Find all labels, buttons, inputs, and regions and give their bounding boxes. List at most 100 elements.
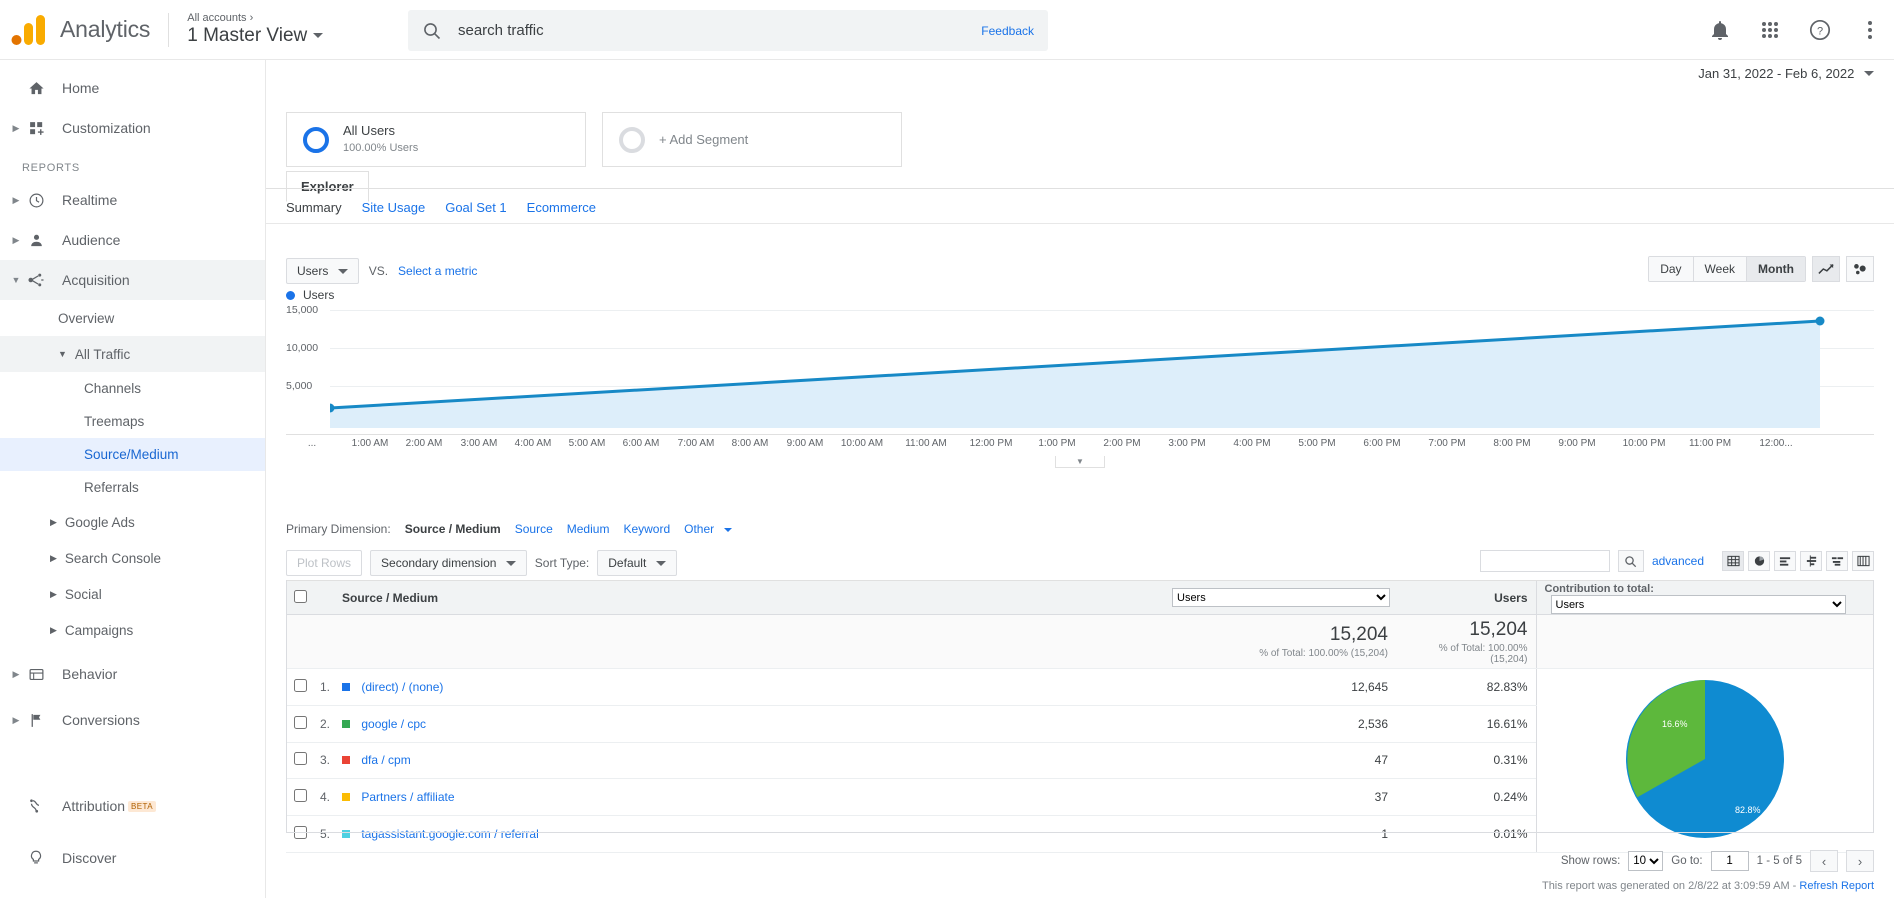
refresh-report-link[interactable]: Refresh Report (1799, 880, 1874, 892)
row-dimension-link[interactable]: tagassistant.google.com / referral (361, 827, 538, 841)
line-chart-icon[interactable] (1812, 256, 1840, 282)
select-metric-link[interactable]: Select a metric (398, 264, 477, 278)
sidebar-item-audience[interactable]: ▶ Audience (0, 220, 265, 260)
table-view-icon[interactable] (1722, 551, 1744, 571)
next-page-button[interactable]: › (1846, 850, 1874, 872)
contribution-header-cell[interactable]: Contribution to total: Users (1536, 580, 1874, 615)
sidebar-item-behavior[interactable]: ▶ Behavior (0, 654, 265, 694)
granularity-month[interactable]: Month (1747, 257, 1805, 281)
table-search-input[interactable] (1479, 550, 1610, 572)
date-range-picker[interactable]: Jan 31, 2022 - Feb 6, 2022 (1698, 66, 1874, 81)
sidebar-item-realtime[interactable]: ▶ Realtime (0, 180, 265, 220)
sort-type-button[interactable]: Default (597, 550, 677, 576)
row-color-swatch (342, 793, 350, 802)
row-checkbox-cell[interactable] (286, 778, 308, 817)
row-metric1: 47 (1166, 742, 1396, 780)
show-rows-select[interactable]: 10 (1628, 851, 1664, 871)
chevron-right-icon: ▶ (50, 588, 57, 599)
select-all-checkbox[interactable] (294, 589, 307, 603)
row-checkbox[interactable] (294, 826, 307, 840)
sidebar-item-conversions[interactable]: ▶ Conversions (0, 700, 265, 740)
performance-view-icon[interactable] (1774, 551, 1796, 571)
metric-selector-button[interactable]: Users (286, 258, 359, 284)
goto-input[interactable] (1710, 851, 1749, 871)
search-icon (424, 22, 441, 39)
granularity-day[interactable]: Day (1649, 257, 1694, 281)
sidebar-item-social[interactable]: ▶ Social (0, 576, 265, 612)
sidebar-item-treemaps[interactable]: Treemaps (0, 405, 265, 438)
tab-goal-set-1[interactable]: Goal Set 1 (445, 200, 506, 215)
row-color-swatch (342, 719, 350, 728)
segment-all-users[interactable]: All Users 100.00% Users (286, 112, 586, 167)
pie-view-icon[interactable] (1748, 551, 1770, 571)
sidebar-item-discover[interactable]: Discover (0, 832, 265, 884)
row-dimension-link[interactable]: Partners / affiliate (361, 790, 454, 804)
apps-grid-icon[interactable] (1758, 18, 1782, 42)
sidebar-item-customization[interactable]: ▶ Customization (0, 108, 265, 148)
row-checkbox[interactable] (294, 752, 307, 766)
sidebar-item-label: Acquisition (62, 272, 130, 288)
row-dimension-link[interactable]: google / cpc (361, 717, 426, 731)
primary-dimension-row: Primary Dimension: Source / Medium Sourc… (286, 522, 732, 536)
row-checkbox-cell[interactable] (286, 668, 308, 706)
bell-icon[interactable] (1708, 18, 1732, 42)
prev-page-button[interactable]: ‹ (1810, 850, 1838, 872)
granularity-week[interactable]: Week (1693, 257, 1748, 281)
row-checkbox[interactable] (294, 678, 307, 692)
sidebar-item-campaigns[interactable]: ▶ Campaigns (0, 612, 265, 648)
granularity-group: Day Week Month (1648, 256, 1806, 282)
help-icon[interactable]: ? (1808, 18, 1832, 42)
sidebar-item-attribution[interactable]: Attribution BETA (0, 780, 265, 832)
generated-text: This report was generated on 2/8/22 at 3… (1541, 880, 1797, 892)
chart-collapse-handle[interactable]: ▼ (1055, 456, 1105, 468)
subtab-divider (266, 223, 1894, 224)
row-checkbox[interactable] (294, 715, 307, 729)
row-checkbox[interactable] (294, 789, 307, 803)
row-checkbox-cell[interactable] (286, 742, 308, 780)
sidebar-item-google-ads[interactable]: ▶ Google Ads (0, 504, 265, 540)
sidebar-item-home[interactable]: Home (0, 68, 265, 108)
global-search-box[interactable]: Feedback (408, 10, 1048, 51)
sidebar-item-search-console[interactable]: ▶ Search Console (0, 540, 265, 576)
metric1-header-cell[interactable]: Users (1166, 580, 1396, 615)
term-cloud-icon[interactable] (1826, 551, 1848, 571)
feedback-link[interactable]: Feedback (981, 24, 1034, 38)
pie-label-1: 16.6% (1662, 719, 1688, 729)
table-row[interactable]: 1. (direct) / (none) 12,645 82.83% 16.6%… (286, 668, 1874, 853)
contribution-select[interactable]: Users (1550, 595, 1846, 614)
more-vertical-icon[interactable] (1858, 18, 1882, 42)
sidebar-item-overview[interactable]: Overview (0, 300, 265, 336)
select-all-cell[interactable] (286, 580, 308, 615)
tab-ecommerce[interactable]: Ecommerce (527, 200, 596, 215)
sidebar-item-all-traffic[interactable]: ▼ All Traffic (0, 336, 265, 372)
sidebar-item-acquisition[interactable]: ▼ Acquisition (0, 260, 265, 300)
chart-control-row: Users VS. Select a metric (286, 258, 477, 284)
x-tick-24: 12:00... (1759, 438, 1793, 449)
tab-summary[interactable]: Summary (286, 200, 342, 215)
primary-dimension-medium[interactable]: Medium (567, 522, 610, 536)
sidebar-item-source-medium[interactable]: Source/Medium (0, 438, 265, 471)
sidebar-item-referrals[interactable]: Referrals (0, 471, 265, 504)
pivot-view-icon[interactable] (1852, 551, 1874, 571)
primary-dimension-other[interactable]: Other (684, 522, 732, 536)
metric1-select[interactable]: Users (1172, 588, 1390, 607)
motion-chart-icon[interactable] (1846, 256, 1874, 282)
tab-explorer[interactable]: Explorer (286, 171, 369, 202)
primary-dimension-source[interactable]: Source (515, 522, 553, 536)
account-selector[interactable]: All accounts › 1 Master View (187, 12, 324, 46)
secondary-dimension-button[interactable]: Secondary dimension (370, 550, 527, 576)
sidebar-item-channels[interactable]: Channels (0, 372, 265, 405)
advanced-filter-link[interactable]: advanced (1652, 554, 1704, 568)
add-segment-button[interactable]: + Add Segment (602, 112, 902, 167)
view-name-label: 1 Master View (187, 24, 308, 46)
comparison-view-icon[interactable] (1800, 551, 1822, 571)
search-input[interactable] (456, 21, 982, 40)
tab-site-usage[interactable]: Site Usage (362, 200, 426, 215)
primary-dimension-keyword[interactable]: Keyword (623, 522, 670, 536)
table-search-button[interactable] (1617, 550, 1644, 572)
row-dimension-link[interactable]: (direct) / (none) (361, 680, 443, 694)
row-checkbox-cell[interactable] (286, 815, 308, 853)
row-checkbox-cell[interactable] (286, 705, 308, 743)
row-dimension-link[interactable]: dfa / cpm (361, 753, 410, 767)
plot-rows-button[interactable]: Plot Rows (286, 550, 363, 576)
